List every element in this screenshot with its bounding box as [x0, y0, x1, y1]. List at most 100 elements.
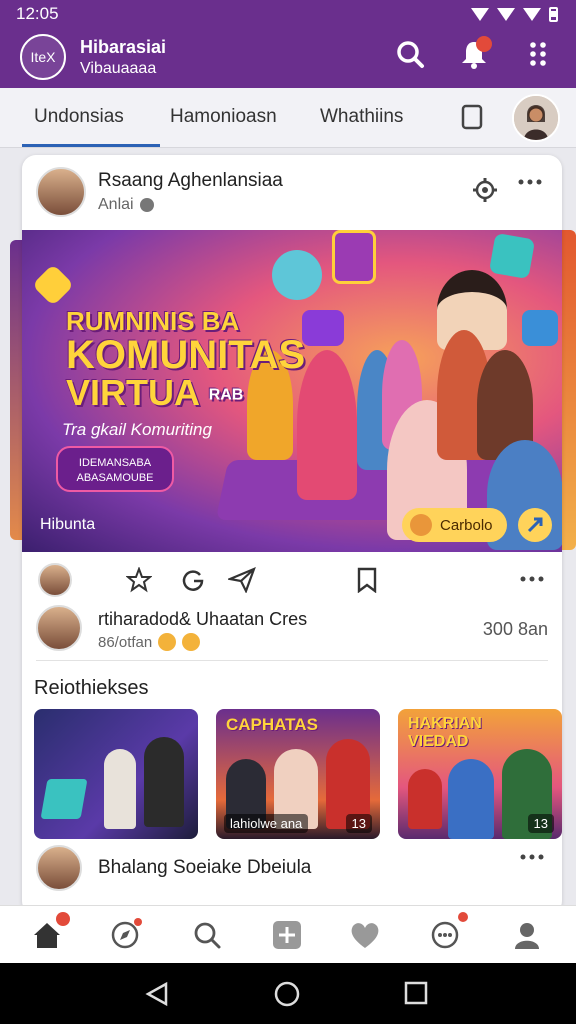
- banner-title-line3: VIRTUA RAB: [66, 372, 305, 414]
- nav-search[interactable]: [190, 918, 224, 952]
- more-horizontal-icon[interactable]: [518, 177, 542, 187]
- post-meta: Anlai: [98, 196, 283, 214]
- share-button[interactable]: [518, 508, 552, 542]
- star-decoration: [31, 263, 75, 307]
- thumbnail-card[interactable]: HAKRIAN VIEDAD 13: [398, 709, 562, 839]
- smile-emoji-icon: [182, 633, 201, 651]
- tab-whathiins[interactable]: Whathiins: [320, 106, 403, 128]
- tab-active-indicator: [22, 144, 160, 147]
- more-vertical-icon: [530, 42, 546, 66]
- comment-meta-text: 86/otfan: [98, 633, 153, 651]
- banner-cta-button[interactable]: Carbolo: [402, 508, 507, 542]
- banner-title-line3-text: VIRTUA: [66, 372, 199, 414]
- author-avatar[interactable]: [36, 167, 86, 217]
- next-card-peek: [562, 230, 576, 550]
- thumbnail-count: 13: [527, 814, 554, 833]
- search-icon: [194, 922, 221, 949]
- laugh-emoji-icon: [158, 633, 177, 651]
- thumbnail-count: 13: [345, 814, 372, 833]
- status-icons: [471, 6, 558, 22]
- explore-badge: [134, 918, 142, 926]
- messages-badge: [458, 912, 468, 922]
- author-name[interactable]: Rsaang Aghenlansiaa: [98, 170, 283, 192]
- bottom-navigation: [0, 905, 576, 963]
- more-button[interactable]: [522, 38, 554, 70]
- app-subtitle: Vibauaaaa: [80, 59, 157, 77]
- nav-explore[interactable]: [108, 918, 142, 952]
- more-horizontal-icon[interactable]: [520, 853, 544, 861]
- post-card: Rsaang Aghenlansiaa Anlai RUMNINIS BA KO…: [22, 155, 562, 915]
- suggestion-row[interactable]: Bhalang Soeiake Dbeiula: [36, 845, 548, 899]
- post-meta-text: Anlai: [98, 196, 134, 213]
- suggestion-name[interactable]: Bhalang Soeiake Dbeiula: [98, 857, 311, 879]
- repost-icon[interactable]: [180, 567, 206, 593]
- post-banner-image[interactable]: RUMNINIS BA KOMUNITAS VIRTUA RAB Tra gka…: [22, 230, 562, 552]
- commenter-avatar[interactable]: [36, 605, 82, 651]
- banner-footer-text: Hibunta: [40, 516, 96, 533]
- heart-icon: [351, 923, 379, 948]
- comment-count: 300 8an: [482, 619, 548, 639]
- home-icon: [34, 923, 60, 948]
- thumbnail-label: lahiolwe ana: [224, 814, 309, 833]
- notifications-button[interactable]: [458, 36, 492, 70]
- banner-title: RUMNINIS BA KOMUNITAS VIRTUA RAB: [66, 308, 305, 412]
- back-icon[interactable]: [144, 981, 170, 1007]
- suggestion-avatar[interactable]: [36, 845, 82, 891]
- tab-undonsias[interactable]: Undonsias: [34, 106, 124, 128]
- tab-hamonioasn[interactable]: Hamonioasn: [170, 106, 277, 128]
- nav-likes[interactable]: [348, 918, 382, 952]
- star-icon[interactable]: [126, 567, 152, 593]
- thumbnail-row: CAPHATAS lahiolwe ana 13 HAKRIAN VIEDAD …: [34, 709, 562, 839]
- gear-icon[interactable]: [472, 177, 498, 203]
- banner-cta-label: Carbolo: [440, 516, 493, 534]
- home-badge: [56, 912, 70, 926]
- brand-logo: IteX: [20, 34, 66, 80]
- share-icon: [527, 517, 543, 533]
- tab-bar: Undonsias Hamonioasn Whathiins: [0, 88, 576, 148]
- person-avatar-icon: [514, 96, 558, 140]
- person-figure: [408, 769, 442, 829]
- comment-row[interactable]: rtiharadod& Uhaatan Cres 86/otfan 300 8a…: [36, 603, 548, 661]
- profile-icon: [515, 923, 539, 949]
- globe-icon: [139, 198, 154, 212]
- recents-icon[interactable]: [404, 981, 428, 1005]
- screen-illustration: [40, 779, 88, 819]
- emoji-icon: [410, 514, 432, 536]
- thumbnail-card[interactable]: CAPHATAS lahiolwe ana 13: [216, 709, 380, 839]
- comment-meta: 86/otfan: [98, 633, 201, 651]
- home-button-icon[interactable]: [274, 981, 300, 1007]
- thumbnail-card[interactable]: [34, 709, 198, 839]
- person-figure: [104, 749, 136, 829]
- nav-messages[interactable]: [428, 912, 468, 952]
- system-navigation-bar: [0, 963, 576, 1024]
- app-title: Hibarasiai: [80, 36, 167, 57]
- add-icon: [273, 921, 301, 949]
- author-info: Rsaang Aghenlansiaa Anlai: [98, 170, 283, 214]
- send-icon[interactable]: [228, 567, 256, 593]
- thumbnail-title: CAPHATAS: [226, 715, 318, 734]
- wifi-icon: [497, 7, 515, 21]
- person-figure: [144, 737, 184, 827]
- more-horizontal-icon[interactable]: [520, 575, 544, 583]
- post-header[interactable]: Rsaang Aghenlansiaa Anlai: [36, 167, 283, 217]
- nav-add[interactable]: [270, 918, 304, 952]
- commenter-name[interactable]: rtiharadod& Uhaatan Cres: [98, 609, 307, 630]
- banner-chip-line1: IDEMANSABA: [78, 457, 152, 469]
- nav-profile[interactable]: [510, 918, 544, 952]
- bookmark-icon[interactable]: [460, 104, 484, 130]
- messages-icon: [431, 921, 459, 949]
- banner-chip: IDEMANSABA ABASAMOUBE: [56, 446, 174, 492]
- search-button[interactable]: [394, 38, 426, 70]
- section-title: Reiothiekses: [34, 677, 149, 699]
- search-icon: [397, 41, 424, 68]
- network-icon: [523, 7, 541, 21]
- save-icon[interactable]: [356, 567, 378, 593]
- thumbnail-title: HAKRIAN VIEDAD: [408, 715, 482, 750]
- profile-avatar[interactable]: [512, 94, 560, 142]
- post-actions: [36, 563, 548, 599]
- app-bar: 12:05 IteX Hibarasiai Vibauaaaa: [0, 0, 576, 88]
- status-time: 12:05: [16, 4, 59, 23]
- nav-home[interactable]: [30, 912, 70, 952]
- viewer-avatar[interactable]: [38, 563, 72, 597]
- brand[interactable]: IteX Hibarasiai Vibauaaaa: [20, 34, 166, 80]
